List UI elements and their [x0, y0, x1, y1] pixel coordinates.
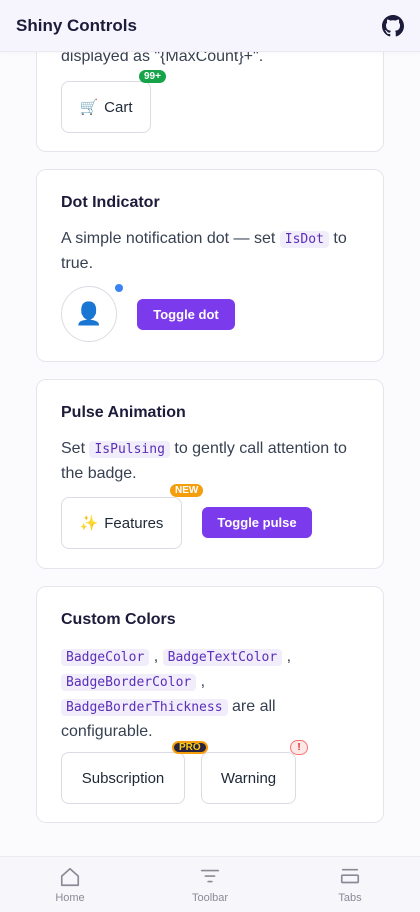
sparkles-icon: ✨: [79, 515, 99, 532]
warning-button[interactable]: Warning: [201, 752, 296, 804]
tab-toolbar-label: Toolbar: [191, 891, 229, 904]
new-badge: NEW: [170, 484, 204, 497]
dot-indicator-card: Dot Indicator A simple notification dot …: [36, 169, 384, 362]
notification-dot: [115, 284, 123, 292]
app-title: Shiny Controls: [16, 15, 137, 35]
pulse-animation-card: Pulse Animation Set IsPulsing to gently …: [36, 379, 384, 569]
home-icon: [60, 867, 80, 886]
custom-colors-card: Custom Colors BadgeColor , BadgeTextColo…: [36, 586, 384, 823]
toolbar-icon: [200, 869, 220, 882]
warning-badge: !: [290, 740, 308, 755]
badgecolor-code: BadgeColor: [61, 649, 150, 666]
features-label: Features: [104, 514, 164, 532]
badgetextcolor-code: BadgeTextColor: [162, 649, 283, 666]
bottom-tab-bar: Home Toolbar Tabs: [0, 856, 420, 912]
tab-toolbar[interactable]: Toolbar: [140, 857, 280, 912]
badgeborderthickness-code: BadgeBorderThickness: [61, 699, 228, 716]
app-bar: Shiny Controls: [0, 0, 420, 52]
warning-label: Warning: [220, 769, 277, 787]
scroll-content: displayed as "{MaxCount}+". 🛒 Cart 99+ D…: [0, 0, 420, 912]
custom-colors-description: BadgeColor , BadgeTextColor , BadgeBorde…: [61, 648, 292, 740]
subscription-label: Subscription: [81, 769, 165, 787]
isdot-code: IsDot: [279, 231, 329, 248]
cart-button[interactable]: 🛒 Cart: [61, 81, 151, 133]
dot-indicator-title: Dot Indicator: [61, 194, 160, 211]
cart-label: Cart: [104, 98, 133, 116]
person-icon: 👤: [75, 301, 103, 326]
tab-home-label: Home: [55, 891, 85, 904]
toggle-pulse-button[interactable]: Toggle pulse: [202, 507, 312, 538]
pro-badge: PRO: [172, 741, 208, 754]
tab-tabs[interactable]: Tabs: [280, 857, 420, 912]
pulse-animation-description: Set IsPulsing to gently call attention t…: [61, 440, 347, 482]
avatar: 👤: [61, 286, 117, 342]
tab-tabs-label: Tabs: [338, 891, 362, 904]
tabs-icon: [340, 868, 360, 883]
pulse-animation-title: Pulse Animation: [61, 404, 186, 421]
badgebordercolor-code: BadgeBorderColor: [61, 674, 197, 691]
cart-count-badge: 99+: [139, 70, 166, 83]
features-button[interactable]: ✨ Features: [61, 497, 182, 549]
toggle-dot-button[interactable]: Toggle dot: [137, 299, 235, 330]
tab-home[interactable]: Home: [0, 857, 140, 912]
dot-indicator-description: A simple notification dot — set IsDot to…: [61, 230, 347, 272]
subscription-button[interactable]: Subscription: [61, 752, 185, 804]
ispulsing-code: IsPulsing: [89, 441, 170, 458]
github-icon[interactable]: [382, 14, 404, 37]
custom-colors-title: Custom Colors: [61, 611, 176, 628]
cart-icon: 🛒: [79, 99, 99, 116]
